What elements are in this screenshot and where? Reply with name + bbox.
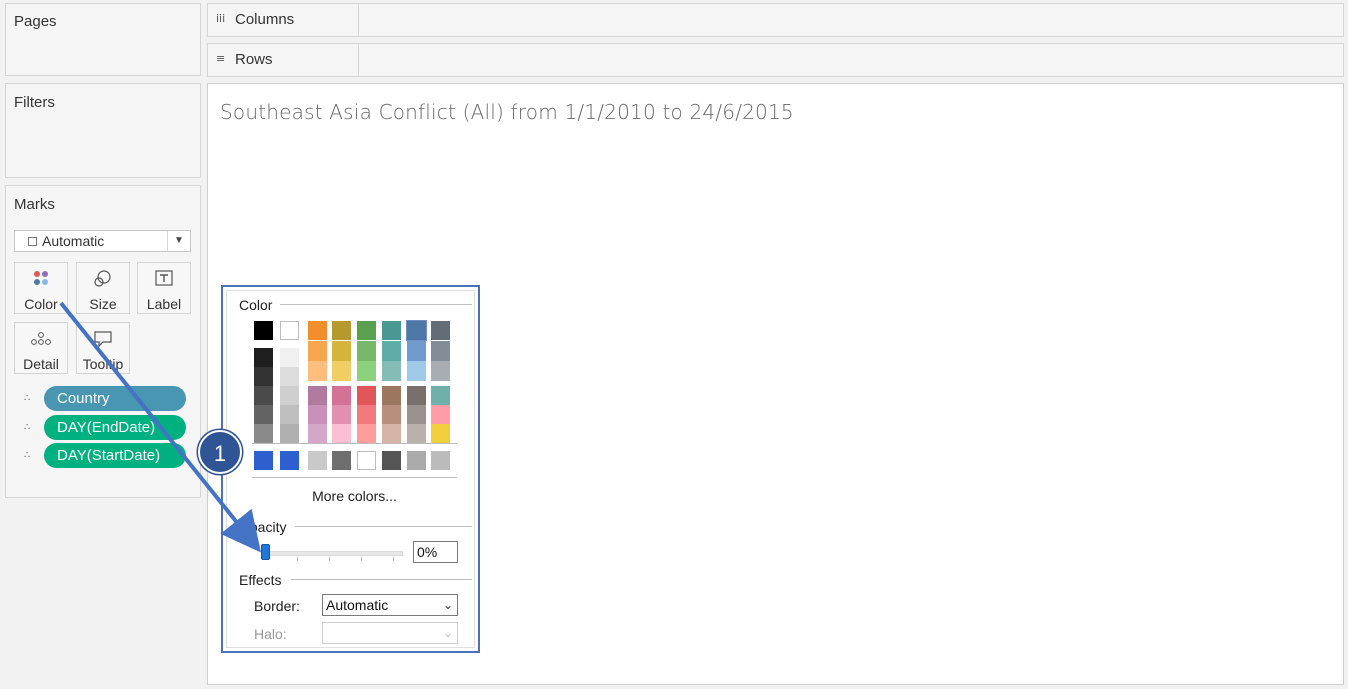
annotation-arrow (59, 301, 262, 553)
step-callout-badge: 1 (198, 430, 242, 474)
